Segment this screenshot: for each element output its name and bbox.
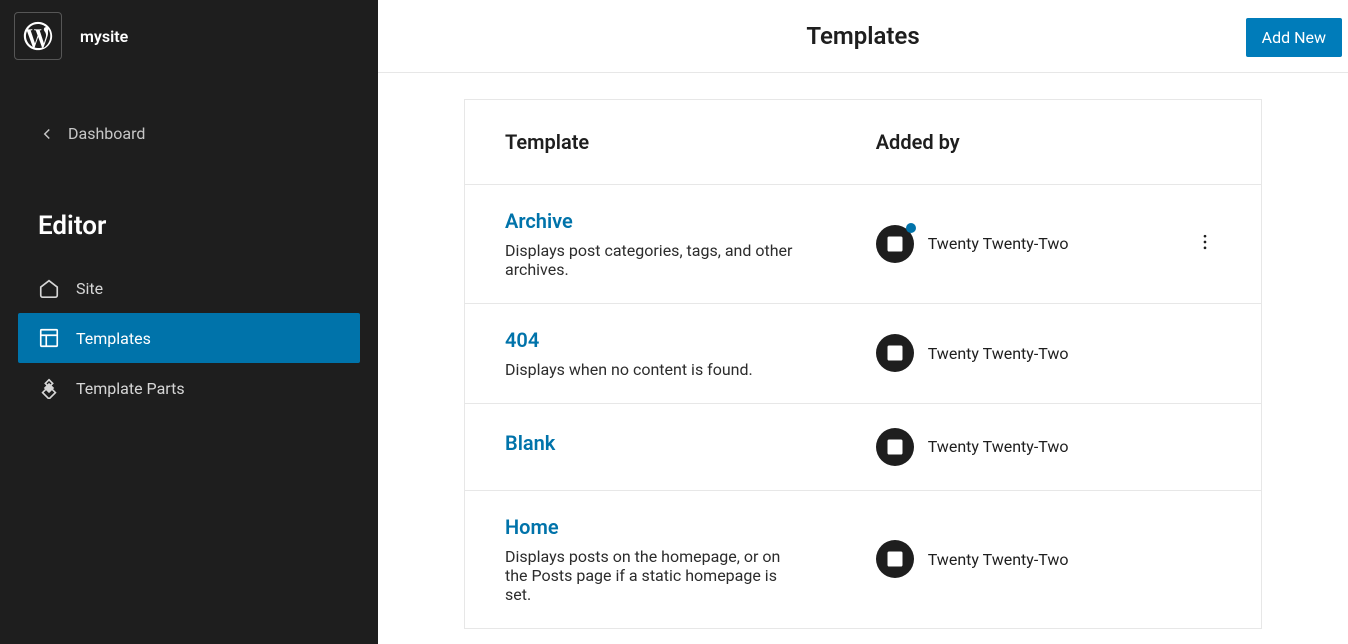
table-row: Blank Twenty Twenty-Two (465, 403, 1262, 490)
theme-layout-icon (876, 540, 914, 578)
templates-table-container: Template Added by Archive Displays post c… (378, 73, 1348, 644)
back-to-dashboard-link[interactable]: Dashboard (0, 110, 378, 157)
theme-layout-icon (876, 334, 914, 372)
template-description: Displays when no content is found. (505, 360, 796, 379)
symbol-icon (38, 377, 60, 399)
nav-item-site[interactable]: Site (18, 263, 360, 313)
add-new-button[interactable]: Add New (1246, 18, 1342, 57)
added-by-cell: Twenty Twenty-Two (836, 403, 1149, 490)
template-link[interactable]: 404 (505, 328, 539, 352)
template-description: Displays post categories, tags, and othe… (505, 241, 796, 279)
template-cell: 404 Displays when no content is found. (465, 303, 836, 403)
nav-list: Site Templates Template Parts (0, 249, 378, 413)
actions-cell (1149, 403, 1262, 490)
actions-cell (1149, 303, 1262, 403)
template-cell: Home Displays posts on the homepage, or o… (465, 490, 836, 628)
actions-cell (1149, 490, 1262, 628)
col-header-added-by: Added by (836, 99, 1149, 184)
templates-table: Template Added by Archive Displays post c… (464, 99, 1262, 629)
table-row: Home Displays posts on the homepage, or o… (465, 490, 1262, 628)
added-by-cell: Twenty Twenty-Two (836, 490, 1149, 628)
more-vertical-icon (1195, 232, 1215, 252)
sidebar: mysite Dashboard Editor Site Templates T… (0, 0, 378, 644)
added-by-cell: Twenty Twenty-Two (836, 184, 1149, 303)
theme-name: Twenty Twenty-Two (928, 234, 1069, 253)
template-link[interactable]: Archive (505, 209, 573, 233)
template-cell: Blank (465, 403, 836, 490)
added-by-cell: Twenty Twenty-Two (836, 303, 1149, 403)
layout-icon (38, 327, 60, 349)
editor-heading: Editor (0, 195, 378, 249)
nav-item-label: Site (76, 279, 103, 298)
main-header: Templates Add New (378, 0, 1348, 73)
template-link[interactable]: Blank (505, 431, 555, 455)
template-link[interactable]: Home (505, 515, 559, 539)
theme-layout-icon (876, 225, 914, 263)
nav-item-label: Template Parts (76, 379, 185, 398)
template-description: Displays posts on the homepage, or on th… (505, 547, 796, 604)
table-row: Archive Displays post categories, tags, a… (465, 184, 1262, 303)
col-header-actions (1149, 99, 1262, 184)
sidebar-header: mysite (0, 0, 378, 72)
home-icon (38, 277, 60, 299)
nav-item-label: Templates (76, 329, 151, 348)
table-row: 404 Displays when no content is found. Twe… (465, 303, 1262, 403)
main-content: Templates Add New Template Added by Arch… (378, 0, 1348, 644)
theme-name: Twenty Twenty-Two (928, 344, 1069, 363)
template-cell: Archive Displays post categories, tags, a… (465, 184, 836, 303)
wordpress-logo-icon[interactable] (14, 12, 62, 60)
actions-cell (1149, 184, 1262, 303)
nav-item-templates[interactable]: Templates (18, 313, 360, 363)
col-header-template: Template (465, 99, 836, 184)
back-label: Dashboard (68, 124, 145, 143)
theme-layout-icon (876, 428, 914, 466)
more-actions-button[interactable] (1189, 226, 1221, 262)
theme-name: Twenty Twenty-Two (928, 550, 1069, 569)
page-title: Templates (806, 22, 919, 50)
site-name: mysite (80, 27, 128, 46)
chevron-left-icon (38, 125, 56, 143)
nav-item-template-parts[interactable]: Template Parts (18, 363, 360, 413)
theme-name: Twenty Twenty-Two (928, 437, 1069, 456)
